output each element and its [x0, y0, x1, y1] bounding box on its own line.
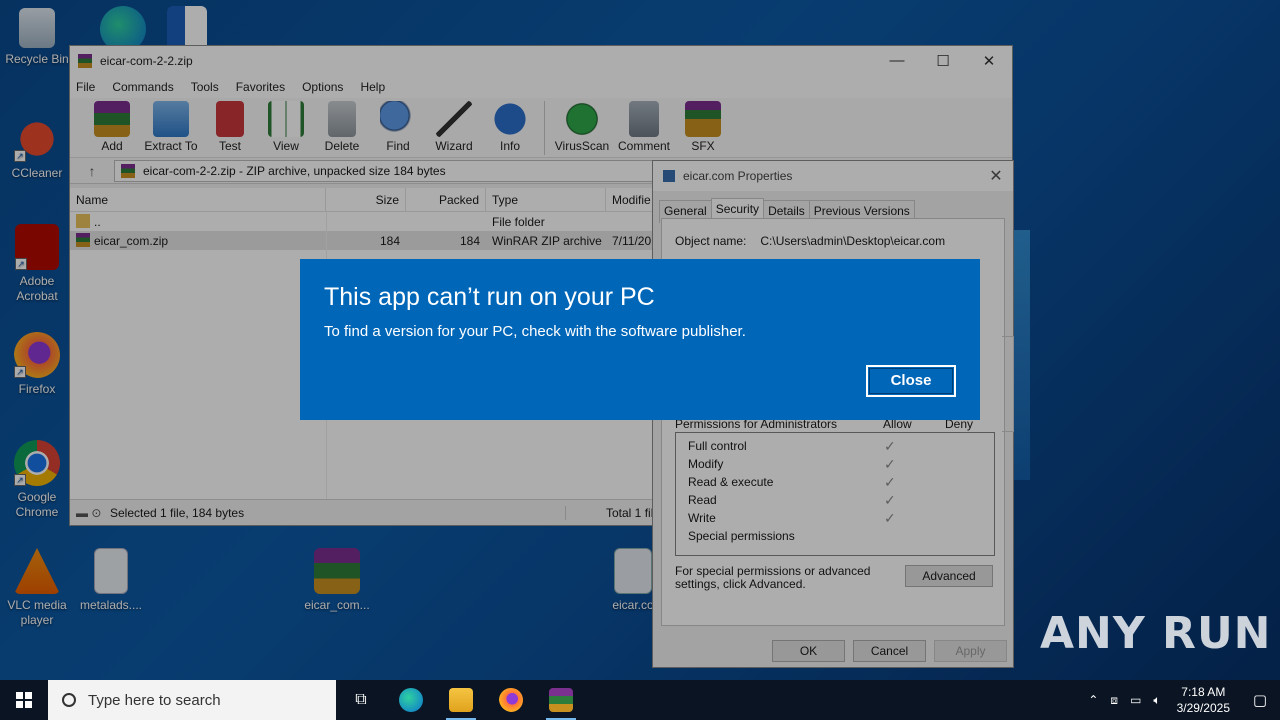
taskbar-edge[interactable] [386, 680, 436, 720]
winrar-icon [549, 688, 573, 712]
task-view-icon: ⧉ [355, 691, 367, 708]
taskbar-firefox[interactable] [486, 680, 536, 720]
windows-logo-icon [16, 692, 32, 708]
task-view-button[interactable]: ⧉ [336, 680, 386, 720]
taskbar-search[interactable]: Type here to search [48, 680, 336, 720]
display-icon[interactable]: ▭ [1130, 693, 1141, 707]
network-icon[interactable]: ⧈ [1110, 693, 1118, 708]
close-button[interactable]: Close [866, 365, 956, 397]
anyrun-watermark: ANY RUN [1040, 608, 1272, 659]
edge-icon [399, 688, 423, 712]
app-cant-run-dialog[interactable]: This app can’t run on your PC To find a … [300, 259, 980, 420]
search-icon [62, 693, 76, 707]
volume-icon[interactable]: 🔈︎ [1153, 693, 1160, 708]
system-tray: ⌃ ⧈ ▭ 🔈︎ 7:18 AM 3/29/2025 ▢ [1082, 680, 1280, 720]
firefox-icon [499, 688, 523, 712]
clock[interactable]: 7:18 AM 3/29/2025 [1177, 684, 1230, 716]
start-button[interactable] [0, 680, 48, 720]
search-placeholder: Type here to search [88, 691, 221, 709]
error-message: To find a version for your PC, check wit… [324, 323, 746, 340]
folder-icon [449, 688, 473, 712]
taskbar-winrar[interactable] [536, 680, 586, 720]
taskbar: Type here to search ⧉ ⌃ ⧈ ▭ 🔈︎ 7:18 AM 3… [0, 680, 1280, 720]
taskbar-file-explorer[interactable] [436, 680, 486, 720]
chevron-up-icon[interactable]: ⌃ [1088, 693, 1098, 707]
notification-icon[interactable]: ▢ [1240, 691, 1280, 709]
error-title: This app can’t run on your PC [324, 283, 655, 311]
